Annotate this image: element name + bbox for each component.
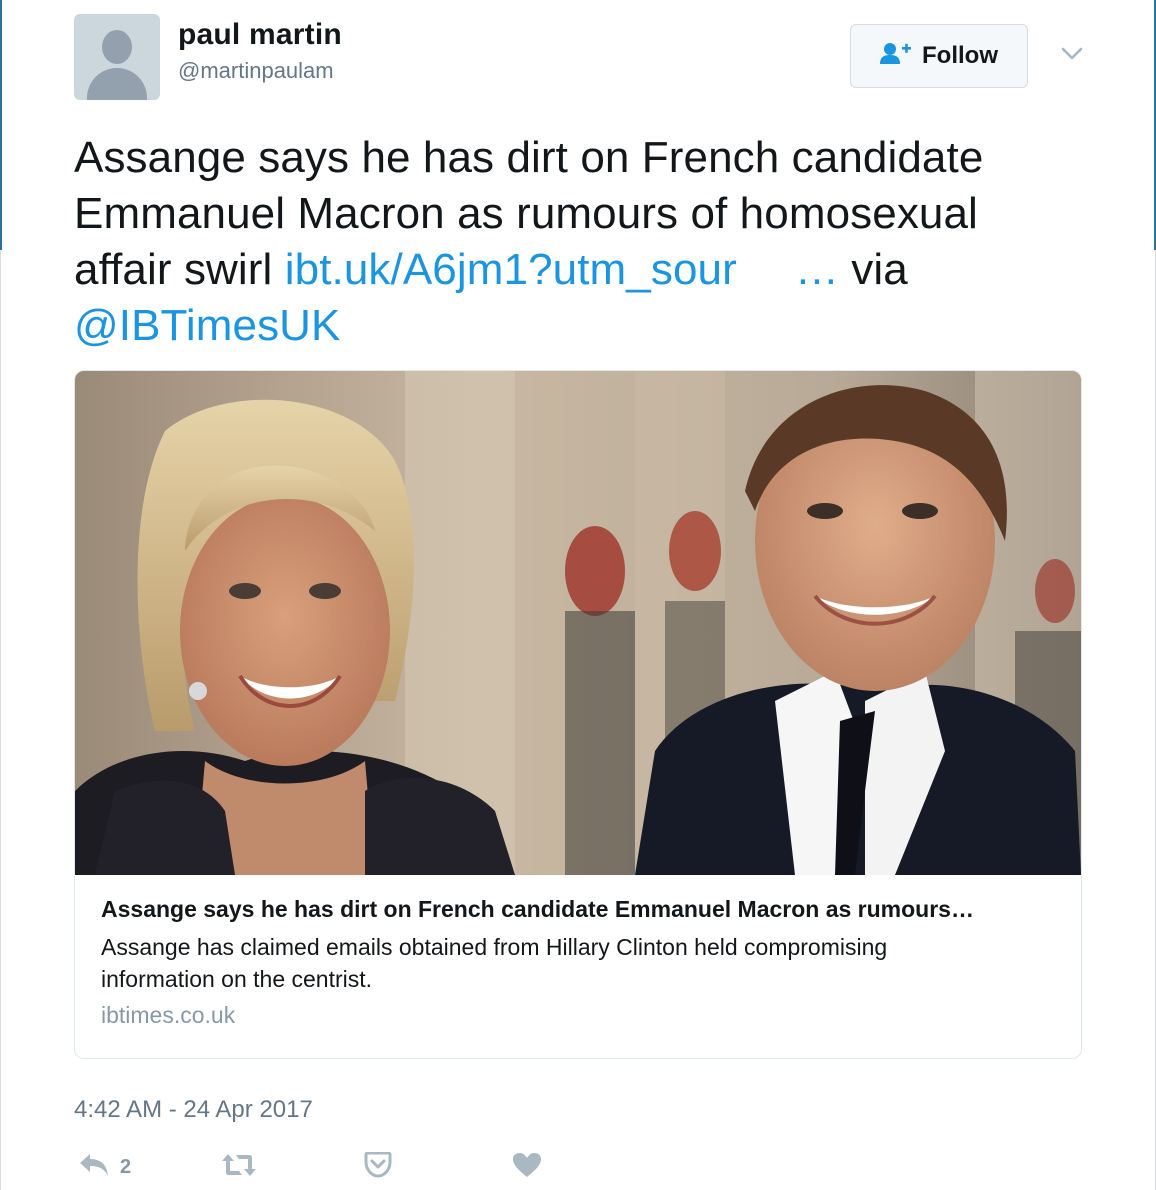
window-edge-left <box>0 0 2 250</box>
card-body: Assange says he has dirt on French candi… <box>101 893 1061 1029</box>
pocket-save-icon <box>364 1151 392 1183</box>
tweet-via-text: via <box>838 245 908 294</box>
tweet-actions: 2 <box>74 1148 634 1188</box>
card-description: Assange has claimed emails obtained from… <box>101 934 888 992</box>
default-profile-shoulders <box>87 68 147 100</box>
tweet-mention[interactable]: @IBTimesUK <box>74 301 341 350</box>
card-image[interactable] <box>75 371 1081 875</box>
window-edge-left-lower <box>0 250 1 1190</box>
chevron-down-icon[interactable] <box>1058 40 1086 68</box>
link-card[interactable]: Assange says he has dirt on French candi… <box>74 370 1082 1059</box>
reply-button[interactable]: 2 <box>78 1152 131 1183</box>
tweet-timestamp[interactable]: 4:42 AM - 24 Apr 2017 <box>74 1096 313 1124</box>
retweet-icon <box>220 1152 258 1183</box>
reply-icon <box>78 1152 110 1183</box>
author-handle[interactable]: @martinpaulam <box>178 58 334 84</box>
save-button[interactable] <box>364 1151 392 1183</box>
like-button[interactable] <box>512 1152 542 1183</box>
tweet-link[interactable]: ibt.uk/A6jm1?utm_sour <box>285 245 737 294</box>
follow-person-plus-icon <box>880 42 912 71</box>
card-title[interactable]: Assange says he has dirt on French candi… <box>101 893 1061 925</box>
card-domain: ibtimes.co.uk <box>101 1002 236 1028</box>
tweet-text: Assange says he has dirt on French candi… <box>74 130 1084 354</box>
heart-icon <box>512 1152 542 1183</box>
author-display-name[interactable]: paul martin <box>178 18 342 52</box>
follow-button-label: Follow <box>922 42 998 69</box>
tweet-link-ellipsis[interactable]: … <box>795 245 839 294</box>
reply-count: 2 <box>120 1156 132 1178</box>
avatar[interactable] <box>74 14 160 100</box>
retweet-button[interactable] <box>220 1152 258 1183</box>
default-profile-icon <box>102 30 132 64</box>
follow-button[interactable]: Follow <box>850 24 1028 88</box>
